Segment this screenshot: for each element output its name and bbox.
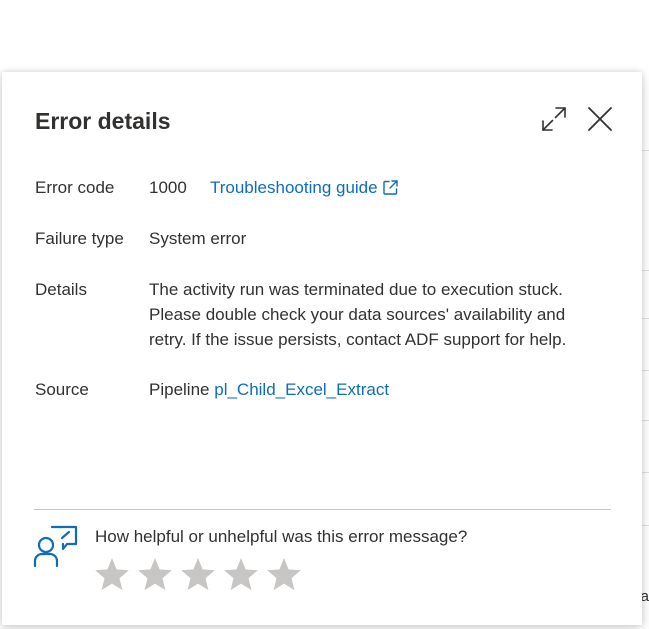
close-icon xyxy=(588,107,612,131)
failure-type-label: Failure type xyxy=(35,229,124,248)
details-text: The activity run was terminated due to e… xyxy=(149,277,589,352)
details-label: Details xyxy=(35,280,87,299)
error-code-label: Error code xyxy=(35,178,115,197)
details-line: Please double check your data sources' a… xyxy=(149,305,566,324)
source-label: Source xyxy=(35,380,89,399)
details-line: The activity run was terminated due to e… xyxy=(149,280,563,299)
external-link-icon xyxy=(382,180,398,195)
star-icon xyxy=(181,558,215,591)
troubleshooting-guide-label: Troubleshooting guide xyxy=(209,178,378,197)
star-rating xyxy=(94,556,302,592)
source-prefix: Pipeline xyxy=(149,380,210,399)
error-details-panel: Error details Error code 1000 Troublesho xyxy=(2,72,642,625)
star-icon xyxy=(95,558,129,591)
close-button[interactable] xyxy=(583,102,617,136)
star-5[interactable] xyxy=(266,556,302,592)
troubleshooting-guide-link[interactable]: Troubleshooting guide xyxy=(210,178,399,197)
panel-title: Error details xyxy=(35,108,171,134)
source-value-group: Pipeline pl_Child_Excel_Extract xyxy=(149,377,589,402)
star-1[interactable] xyxy=(94,556,130,592)
details-line: retry. If the issue persists, contact AD… xyxy=(149,330,567,349)
star-4[interactable] xyxy=(223,556,259,592)
person-feedback-icon xyxy=(33,525,78,568)
feedback-divider xyxy=(34,509,611,510)
star-icon xyxy=(267,558,301,591)
star-3[interactable] xyxy=(180,556,216,592)
expand-icon xyxy=(542,107,566,131)
star-2[interactable] xyxy=(137,556,173,592)
star-icon xyxy=(224,558,258,591)
error-code-value: 1000 xyxy=(149,178,187,197)
error-code-value-group: 1000 Troubleshooting guide xyxy=(149,175,589,200)
failure-type-value: System error xyxy=(149,229,247,248)
expand-button[interactable] xyxy=(537,102,571,136)
star-icon xyxy=(138,558,172,591)
pipeline-link[interactable]: pl_Child_Excel_Extract xyxy=(214,380,389,399)
feedback-question: How helpful or unhelpful was this error … xyxy=(95,527,468,546)
